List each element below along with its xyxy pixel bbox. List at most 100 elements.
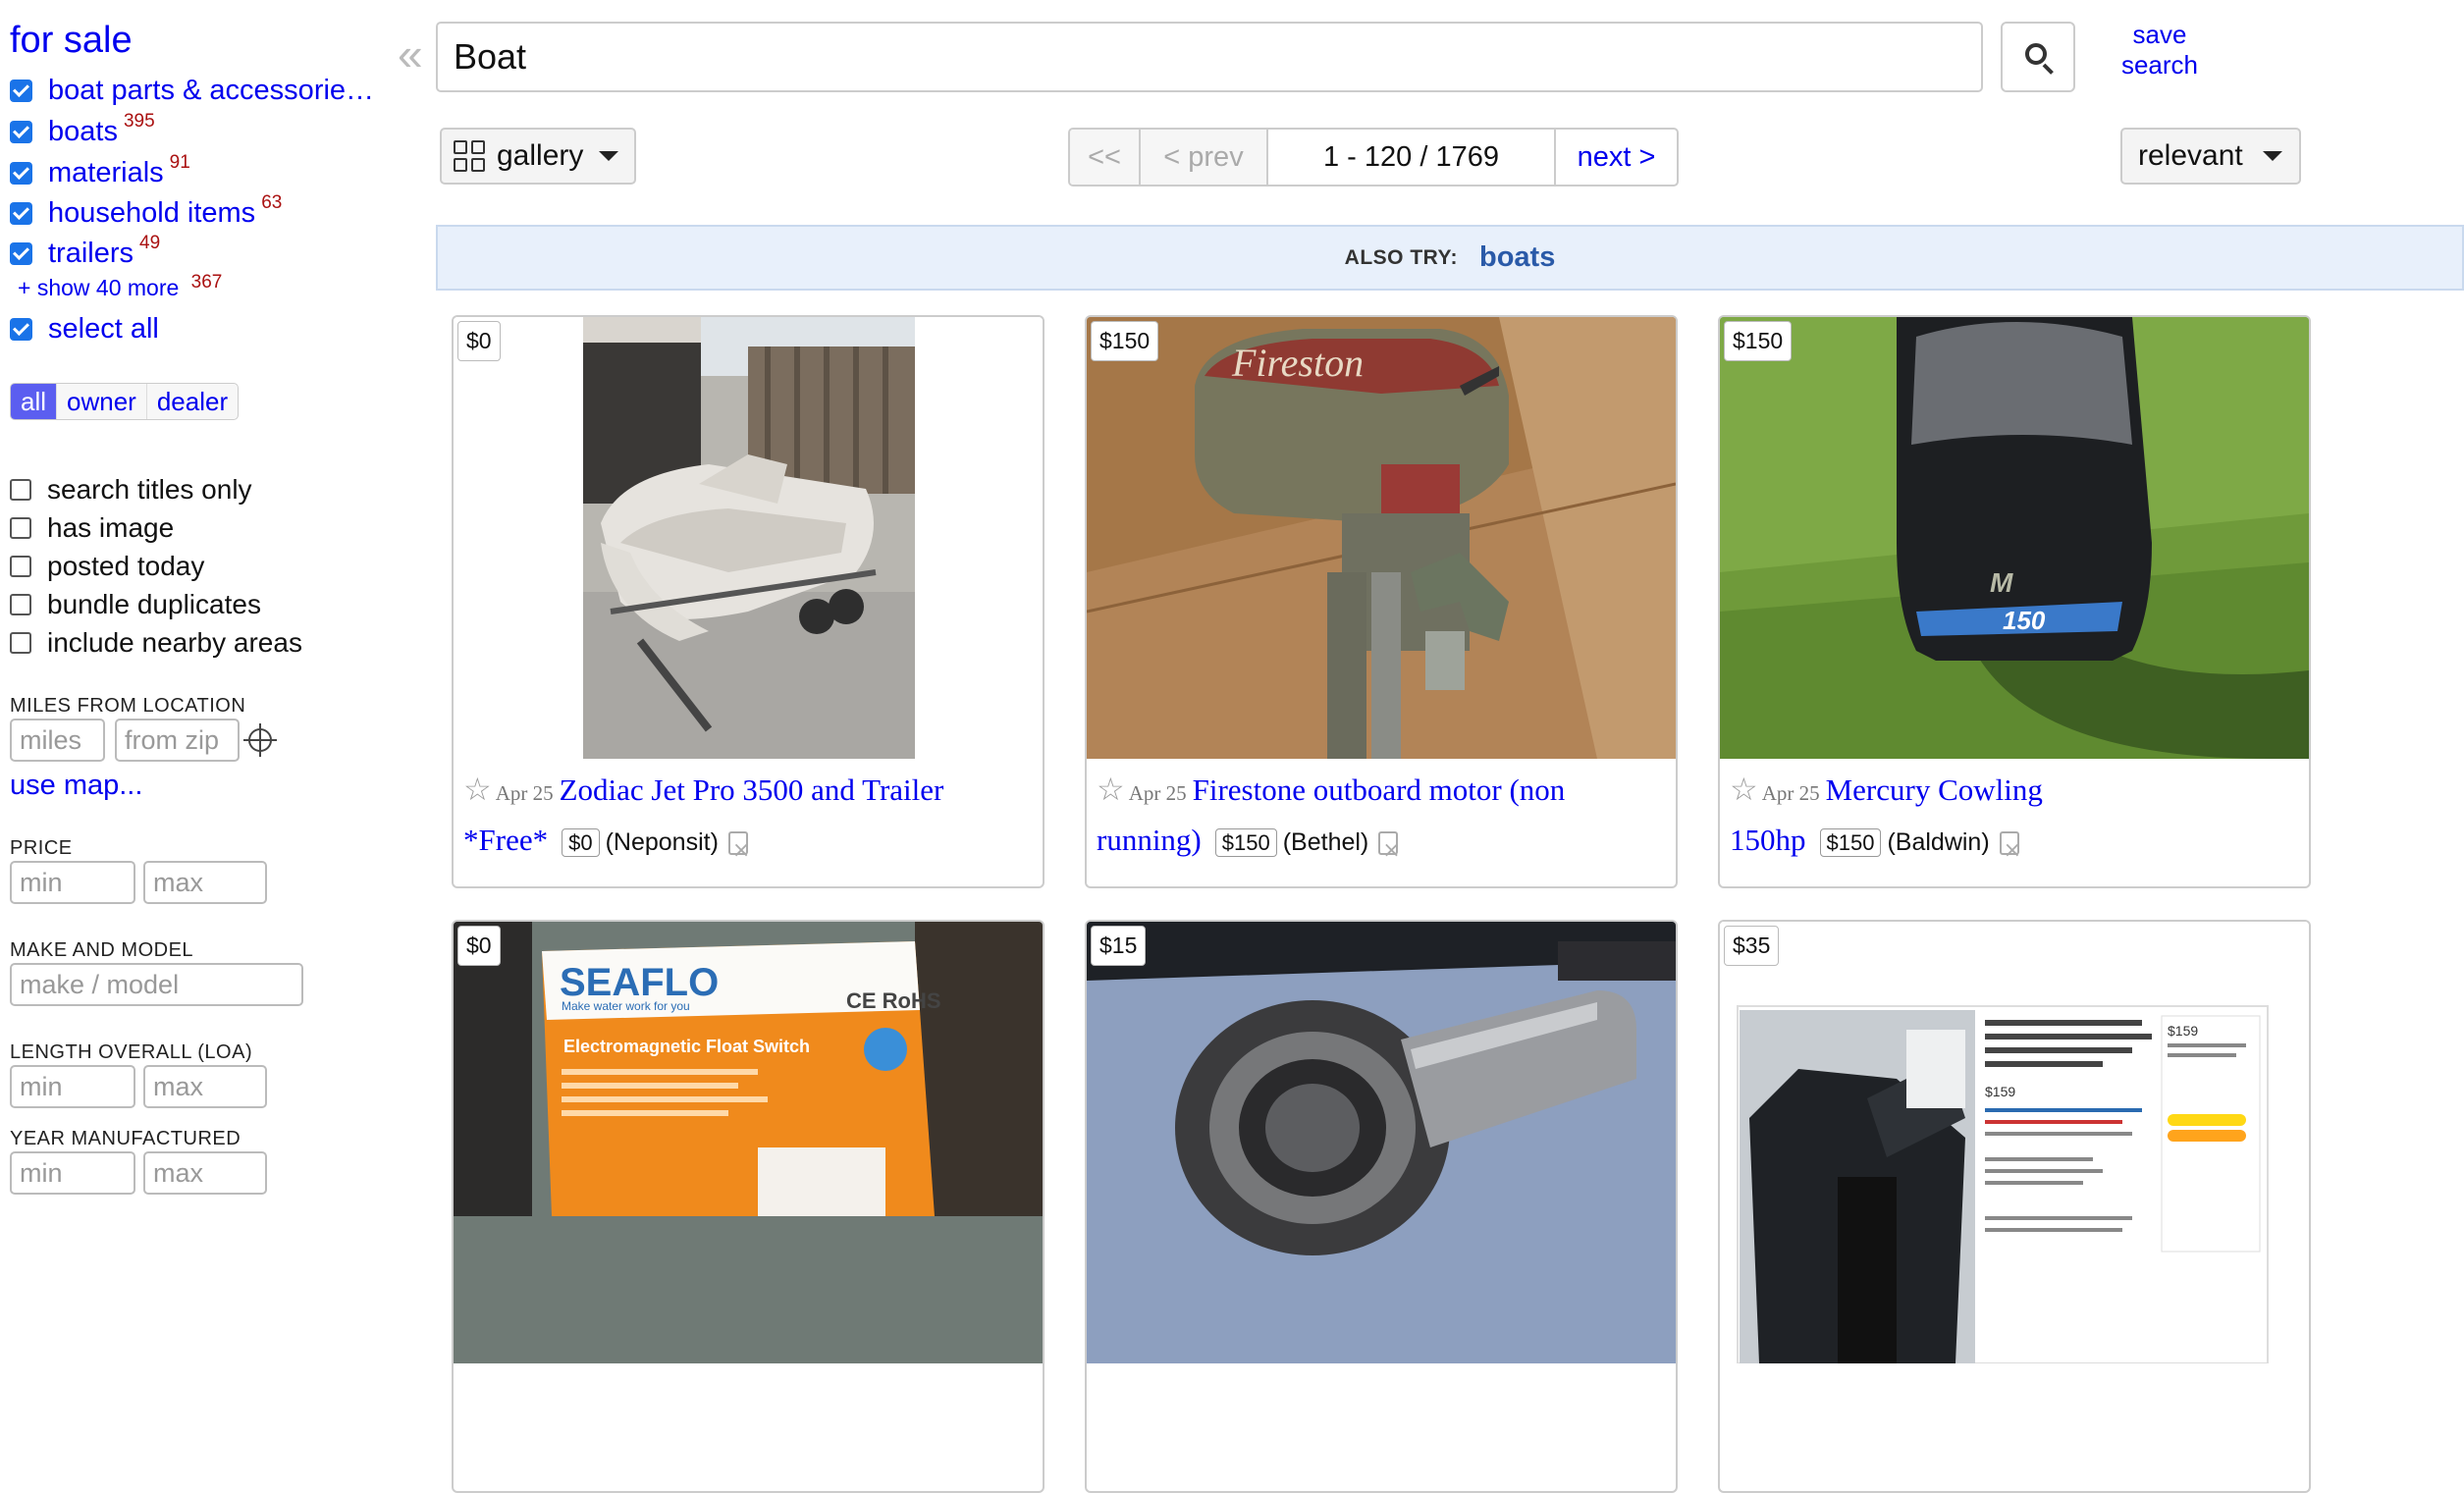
category-trailers[interactable]: trailers 49 <box>10 233 160 273</box>
favorite-star-icon[interactable]: ☆ <box>463 772 492 807</box>
ce-mark-text: CE RoHS <box>846 988 941 1013</box>
category-label[interactable]: household items <box>48 197 255 230</box>
length-max-input[interactable]: max <box>143 1065 267 1108</box>
option-label[interactable]: search titles only <box>47 474 252 506</box>
product-name-text: Electromagnetic Float Switch <box>563 1037 810 1056</box>
listing-image[interactable]: SEAFLO Make water work for you CE RoHS E… <box>454 922 1043 1363</box>
price-min-input[interactable]: min <box>10 861 135 904</box>
first-page-button[interactable]: << <box>1070 130 1141 185</box>
listing-card[interactable]: $0 ☆ Apr 25 Zodiac Jet Pro 3500 and Traile… <box>452 315 1045 888</box>
price-label: PRICE <box>10 837 73 859</box>
year-min-input[interactable]: min <box>10 1151 135 1195</box>
listing-card[interactable]: $15 <box>1085 920 1678 1493</box>
seller-type-toggle: all owner dealer <box>10 383 240 420</box>
category-boat-parts[interactable]: boat parts & accessorie… <box>10 71 374 110</box>
next-page-button[interactable]: next > <box>1556 130 1677 185</box>
checkbox[interactable] <box>10 201 32 225</box>
checkbox[interactable] <box>10 161 32 185</box>
view-mode-dropdown[interactable]: gallery <box>440 128 636 185</box>
checkbox[interactable] <box>10 517 31 539</box>
locate-me-icon[interactable] <box>243 723 277 757</box>
sort-dropdown[interactable]: relevant <box>2120 128 2301 185</box>
checkbox[interactable] <box>10 79 32 102</box>
collapse-sidebar-icon[interactable]: « <box>398 31 423 77</box>
hide-listing-icon[interactable] <box>1378 827 1401 874</box>
hide-listing-icon[interactable] <box>727 827 750 874</box>
listing-image[interactable] <box>454 317 1043 759</box>
price-max-input[interactable]: max <box>143 861 267 904</box>
posted-date: Apr 25 <box>495 781 554 805</box>
category-count: 395 <box>123 111 155 132</box>
make-model-input[interactable]: make / model <box>10 963 303 1006</box>
price-badge: $150 <box>1214 828 1277 857</box>
zip-input[interactable]: from zip <box>115 719 240 762</box>
favorite-star-icon[interactable]: ☆ <box>1730 772 1758 807</box>
option-search-titles-only[interactable]: search titles only <box>10 473 252 507</box>
seller-type-dealer[interactable]: dealer <box>147 384 238 419</box>
mercury-logo-text: M <box>1990 567 2013 598</box>
location: (Baldwin) <box>1887 828 1990 856</box>
seller-type-owner[interactable]: owner <box>57 384 147 419</box>
checkbox[interactable] <box>10 556 31 577</box>
seaflo-brand-text: SEAFLO <box>560 961 719 1004</box>
miles-input[interactable]: miles <box>10 719 105 762</box>
search-button[interactable] <box>2001 22 2075 92</box>
miles-from-location-label: MILES FROM LOCATION <box>10 695 246 717</box>
listing-card[interactable]: M 150 $150 ☆ Apr 25 Mercury Cowling 150hp $… <box>1718 315 2311 888</box>
listing-card[interactable]: SEAFLO Make water work for you CE RoHS E… <box>452 920 1045 1493</box>
checkbox[interactable] <box>10 479 31 501</box>
option-label[interactable]: posted today <box>47 551 204 582</box>
category-label[interactable]: boats <box>48 116 118 148</box>
option-bundle-duplicates[interactable]: bundle duplicates <box>10 588 261 621</box>
checkbox[interactable] <box>10 241 32 265</box>
select-all[interactable]: select all <box>10 309 159 348</box>
seaflo-tagline-text: Make water work for you <box>562 999 690 1013</box>
location: (Neponsit) <box>605 828 719 856</box>
listing-image[interactable]: Fireston <box>1087 317 1676 759</box>
option-posted-today[interactable]: posted today <box>10 550 204 583</box>
listing-meta: ☆ Apr 25 Zodiac Jet Pro 3500 and Trailer *… <box>463 767 1033 874</box>
chevron-down-icon <box>2262 151 2282 161</box>
make-model-label: MAKE AND MODEL <box>10 939 194 961</box>
search-input[interactable]: Boat <box>436 22 1983 92</box>
save-search-label-line1[interactable]: save <box>2111 20 2209 50</box>
also-try-link[interactable]: boats <box>1479 241 1555 274</box>
option-include-nearby-areas[interactable]: include nearby areas <box>10 626 302 660</box>
checkbox[interactable] <box>10 120 32 143</box>
option-label[interactable]: bundle duplicates <box>47 589 261 620</box>
favorite-star-icon[interactable]: ☆ <box>1097 772 1125 807</box>
show-more-label[interactable]: + show 40 more <box>18 275 179 300</box>
checkbox[interactable] <box>10 594 31 615</box>
listing-image[interactable]: $159 $159 <box>1720 922 2309 1363</box>
category-boats[interactable]: boats 395 <box>10 111 155 151</box>
category-heading[interactable]: for sale <box>10 20 133 62</box>
option-label[interactable]: include nearby areas <box>47 627 302 659</box>
listing-meta: ☆ Apr 25 Mercury Cowling 150hp $150 (Baldwin… <box>1730 767 2299 874</box>
year-max-input[interactable]: max <box>143 1151 267 1195</box>
listing-card[interactable]: $159 $159 $35 <box>1718 920 2311 1493</box>
listing-card[interactable]: Fireston $150 ☆ Apr 25 Firestone outboard … <box>1085 315 1678 888</box>
option-label[interactable]: has image <box>47 512 174 544</box>
hide-listing-icon[interactable] <box>1999 827 2021 874</box>
category-label[interactable]: materials <box>48 157 164 189</box>
category-household-items[interactable]: household items 63 <box>10 192 282 233</box>
result-range: 1 - 120 / 1769 <box>1268 130 1556 185</box>
checkbox[interactable] <box>10 632 31 654</box>
price-tag: $35 <box>1724 926 1780 966</box>
seller-type-all[interactable]: all <box>11 384 58 419</box>
use-map-link[interactable]: use map... <box>10 770 142 802</box>
posted-date: Apr 25 <box>1761 781 1820 805</box>
save-search-label-line2[interactable]: search <box>2111 50 2209 80</box>
show-more-link[interactable]: + show 40 more 367 <box>18 272 222 301</box>
checkbox[interactable] <box>10 317 32 341</box>
save-search-link[interactable]: save search <box>2111 20 2209 80</box>
category-label[interactable]: trailers <box>48 238 134 270</box>
length-min-input[interactable]: min <box>10 1065 135 1108</box>
select-all-label[interactable]: select all <box>48 313 159 346</box>
listing-image[interactable] <box>1087 922 1676 1363</box>
category-label[interactable]: boat parts & accessorie… <box>48 75 374 107</box>
category-materials[interactable]: materials 91 <box>10 152 190 192</box>
prev-page-button[interactable]: < prev <box>1141 130 1268 185</box>
listing-image[interactable]: M 150 <box>1720 317 2309 759</box>
option-has-image[interactable]: has image <box>10 511 174 545</box>
